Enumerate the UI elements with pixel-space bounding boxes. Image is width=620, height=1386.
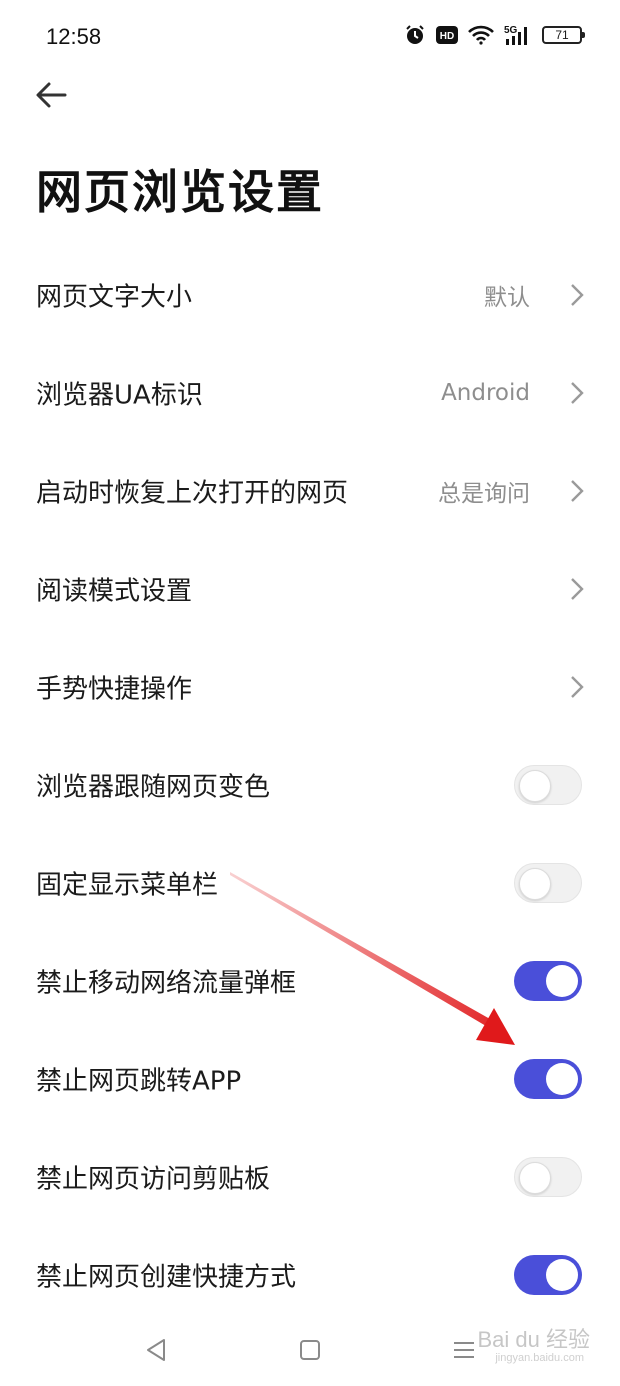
back-arrow-icon <box>36 82 67 108</box>
toggle-knob <box>519 770 551 802</box>
status-icons: HD 5G 71 <box>404 24 585 46</box>
setting-value: 总是询问 <box>438 481 530 507</box>
baidu-watermark: Bai du 经验 <box>477 1327 591 1352</box>
status-bar: 12:58 HD 5G 71 <box>0 0 620 72</box>
setting-label: 禁止网页创建快捷方式 <box>36 1262 297 1293</box>
chevron-right-icon <box>571 578 584 600</box>
toggle-switch[interactable] <box>514 1157 582 1197</box>
status-time: 12:58 <box>46 24 102 49</box>
setting-font-size[interactable]: 网页文字大小 默认 <box>0 246 620 344</box>
toggle-switch[interactable] <box>514 1059 582 1099</box>
toggle-switch[interactable] <box>514 961 582 1001</box>
setting-label: 禁止网页访问剪贴板 <box>36 1164 271 1195</box>
nav-back-button[interactable] <box>138 1332 174 1368</box>
page-title: 网页浏览设置 <box>36 165 324 219</box>
setting-follow-page-color: 浏览器跟随网页变色 <box>0 736 620 834</box>
setting-ua[interactable]: 浏览器UA标识 Android <box>0 344 620 442</box>
setting-label: 禁止网页跳转APP <box>36 1066 242 1097</box>
toggle-knob <box>519 1162 551 1194</box>
setting-value: Android <box>441 380 530 406</box>
chevron-right-icon <box>571 676 584 698</box>
toggle-switch[interactable] <box>514 765 582 805</box>
baidu-watermark-url: jingyan.baidu.com <box>495 1352 584 1364</box>
home-square-icon <box>300 1340 320 1360</box>
setting-label: 固定显示菜单栏 <box>36 870 219 901</box>
setting-block-clipboard: 禁止网页访问剪贴板 <box>0 1128 620 1226</box>
setting-gestures[interactable]: 手势快捷操作 <box>0 638 620 736</box>
setting-label: 阅读模式设置 <box>36 576 193 607</box>
toggle-knob <box>519 868 551 900</box>
back-triangle-icon <box>147 1339 165 1361</box>
chevron-right-icon <box>571 382 584 404</box>
setting-label: 手势快捷操作 <box>36 674 193 705</box>
menu-lines-icon <box>454 1342 474 1358</box>
nav-home-button[interactable] <box>292 1332 328 1368</box>
setting-block-app-redirect: 禁止网页跳转APP <box>0 1030 620 1128</box>
setting-block-shortcuts: 禁止网页创建快捷方式 <box>0 1226 620 1324</box>
setting-reader-mode[interactable]: 阅读模式设置 <box>0 540 620 638</box>
signal-5g-icon: 5G <box>504 24 532 46</box>
setting-label: 网页文字大小 <box>36 282 193 313</box>
alarm-icon <box>404 24 426 46</box>
toggle-switch[interactable] <box>514 863 582 903</box>
toggle-knob <box>546 965 578 997</box>
hd-icon: HD <box>436 26 458 44</box>
toggle-knob <box>546 1063 578 1095</box>
setting-value: 默认 <box>484 285 530 311</box>
wifi-icon <box>468 25 494 45</box>
toggle-knob <box>546 1259 578 1291</box>
battery-icon: 71 <box>542 26 585 44</box>
toggle-switch[interactable] <box>514 1255 582 1295</box>
chevron-right-icon <box>571 480 584 502</box>
back-button[interactable] <box>28 72 74 118</box>
svg-text:5G: 5G <box>504 25 518 36</box>
settings-list: 网页文字大小 默认 浏览器UA标识 Android 启动时恢复上次打开的网页 总… <box>0 246 620 1324</box>
setting-label: 启动时恢复上次打开的网页 <box>36 478 349 509</box>
chevron-right-icon <box>571 284 584 306</box>
setting-block-data-popup: 禁止移动网络流量弹框 <box>0 932 620 1030</box>
setting-restore-pages[interactable]: 启动时恢复上次打开的网页 总是询问 <box>0 442 620 540</box>
setting-label: 浏览器UA标识 <box>36 380 203 411</box>
setting-fixed-menu-bar: 固定显示菜单栏 <box>0 834 620 932</box>
setting-label: 浏览器跟随网页变色 <box>36 772 271 803</box>
svg-text:HD: HD <box>440 31 454 42</box>
setting-label: 禁止移动网络流量弹框 <box>36 968 297 999</box>
